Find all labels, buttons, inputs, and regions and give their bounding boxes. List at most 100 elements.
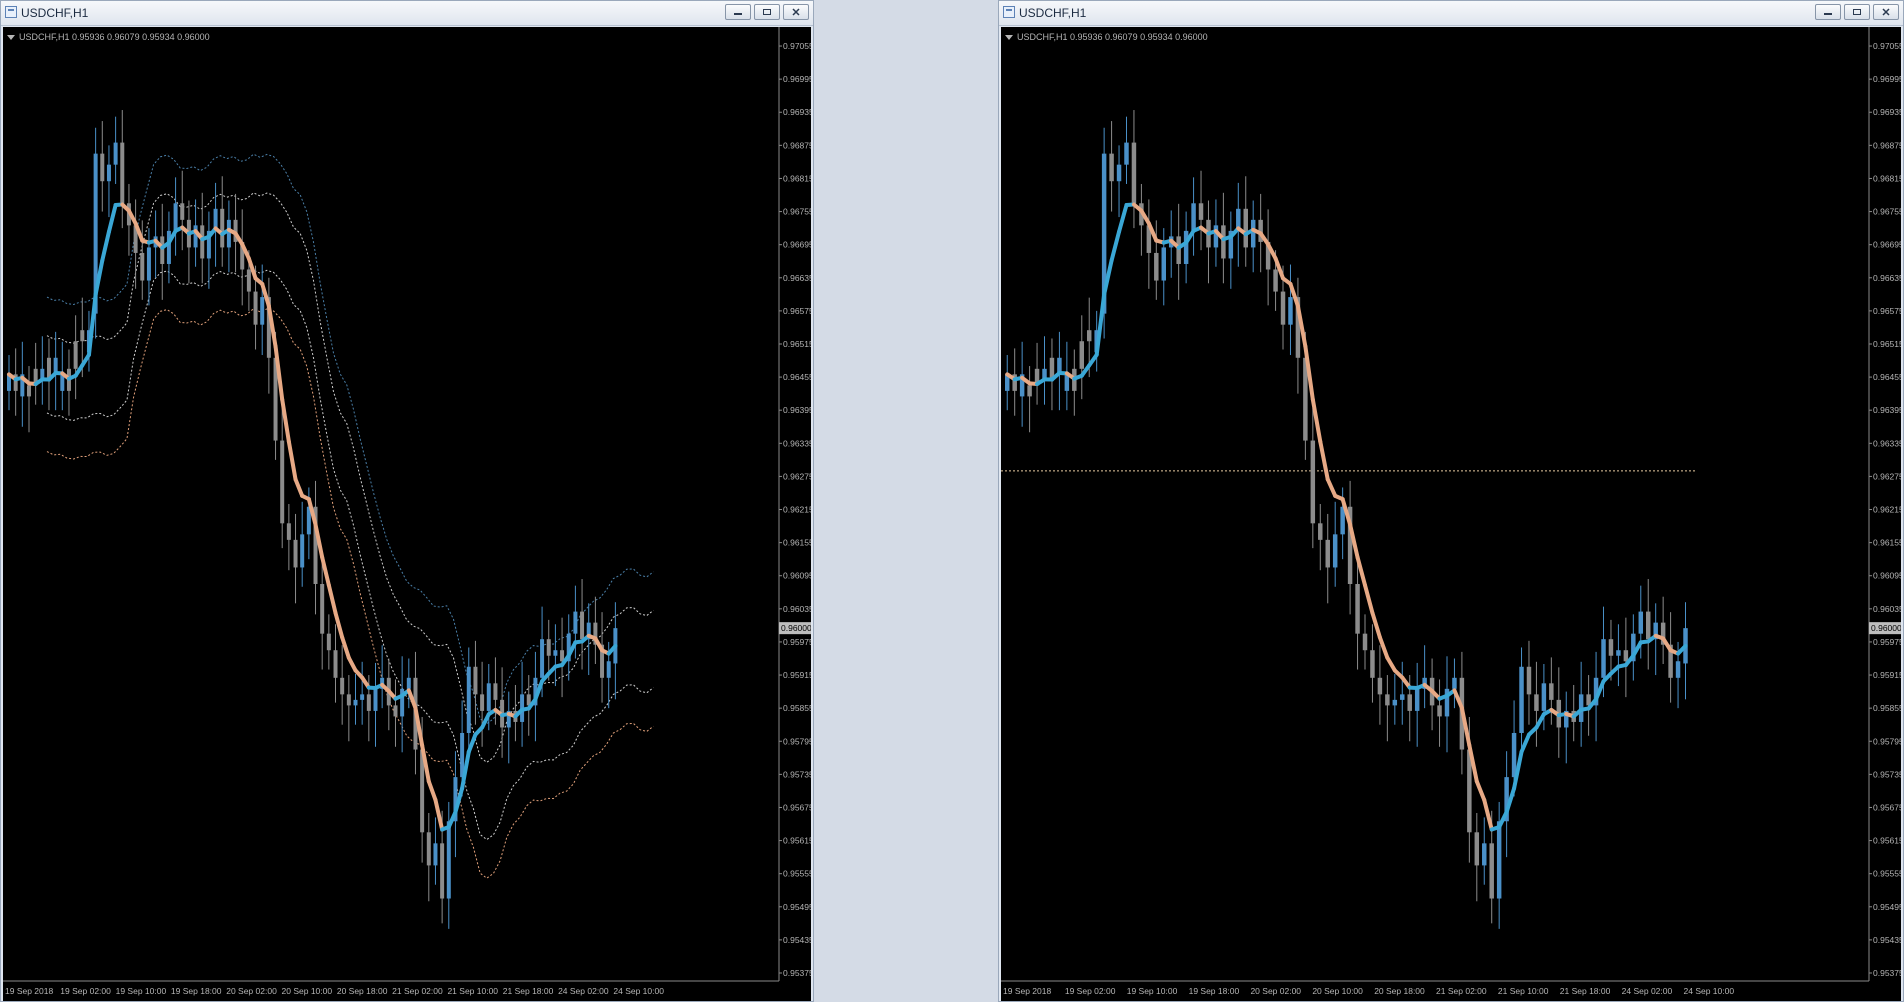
restore-icon xyxy=(763,9,771,15)
x-tick-label: 21 Sep 18:00 xyxy=(1560,986,1611,996)
moving-average-segment xyxy=(100,229,111,263)
restore-button[interactable] xyxy=(754,4,780,20)
y-tick-label: 0.95435 xyxy=(783,935,811,945)
candle-body xyxy=(1400,694,1405,700)
x-tick-label: 24 Sep 10:00 xyxy=(613,986,664,996)
moving-average-segment xyxy=(1474,779,1487,802)
y-tick-label: 0.96515 xyxy=(1873,339,1901,349)
candle-body xyxy=(333,650,338,678)
minimize-icon xyxy=(734,13,742,15)
candle-body xyxy=(1318,523,1323,540)
candle-body xyxy=(1183,230,1189,264)
candle-body xyxy=(220,208,225,248)
candle-body xyxy=(1474,832,1480,866)
candle-body xyxy=(1407,694,1412,711)
x-tick-label: 19 Sep 18:00 xyxy=(1189,986,1240,996)
moving-average-segment xyxy=(346,655,358,673)
chart-info-label: USDCHF,H1 0.95936 0.96079 0.95934 0.9600… xyxy=(1005,32,1208,42)
moving-average-segment xyxy=(286,439,298,482)
y-tick-label: 0.95675 xyxy=(783,802,811,812)
candle-body xyxy=(1414,688,1420,711)
chart-ohlc-text: USDCHF,H1 0.95936 0.96079 0.95934 0.9600… xyxy=(19,32,210,42)
candle-body xyxy=(493,683,498,700)
envelope-band-line xyxy=(46,269,654,841)
close-button[interactable] xyxy=(783,4,809,20)
window-title: USDCHF,H1 xyxy=(1019,6,1087,20)
y-tick-label: 0.95375 xyxy=(1873,968,1901,978)
candle-body xyxy=(1332,534,1338,568)
moving-average-segment xyxy=(480,712,491,730)
moving-average-segment xyxy=(1519,732,1531,754)
y-tick-label: 0.96995 xyxy=(1873,74,1901,84)
candle-body xyxy=(1601,639,1606,678)
y-tick-label: 0.96335 xyxy=(783,438,811,448)
minimize-button[interactable] xyxy=(725,4,751,20)
x-tick-label: 19 Sep 2018 xyxy=(1003,986,1051,996)
moving-average-segment xyxy=(1534,712,1546,730)
minimize-button[interactable] xyxy=(1815,4,1841,20)
candle-body xyxy=(1377,677,1383,695)
candle-body xyxy=(180,203,185,220)
candle-body xyxy=(300,534,305,568)
candle-body xyxy=(446,821,451,899)
close-icon xyxy=(1882,8,1890,16)
x-tick-label: 24 Sep 10:00 xyxy=(1684,986,1735,996)
y-tick-label: 0.95615 xyxy=(1873,836,1901,846)
x-tick-label: 21 Sep 02:00 xyxy=(392,986,443,996)
y-tick-label: 0.95795 xyxy=(783,736,811,746)
y-tick-label: 0.96155 xyxy=(783,538,811,548)
price-chart[interactable]: 0.97055 0.96995 0.96935 0.96875 0.96815 0.967… xyxy=(1001,27,1901,1001)
candle-body xyxy=(1027,385,1032,397)
candle-body xyxy=(440,843,445,899)
candle-body xyxy=(246,269,251,292)
chart-window-left[interactable]: USDCHF,H1 0.97055 0.96995 0.96935 0.96875 0.… xyxy=(0,0,814,1002)
window-titlebar[interactable]: USDCHF,H1 xyxy=(1,1,813,26)
y-tick-label: 0.96275 xyxy=(1873,471,1901,481)
restore-button[interactable] xyxy=(1844,4,1870,20)
y-tick-label: 0.96575 xyxy=(783,306,811,316)
collapse-triangle-icon[interactable] xyxy=(7,34,15,40)
candle-body xyxy=(140,252,145,281)
candle-body xyxy=(573,611,578,634)
x-tick-label: 19 Sep 10:00 xyxy=(1127,986,1178,996)
chart-window-icon xyxy=(5,6,17,18)
chart-window-right[interactable]: USDCHF,H1 0.97055 0.96995 0.96935 0.96875 0.… xyxy=(998,0,1904,1002)
moving-average-segment xyxy=(333,610,345,640)
candle-body xyxy=(340,677,345,695)
y-tick-label: 0.95675 xyxy=(1873,802,1901,812)
candle-body xyxy=(1608,639,1614,656)
y-tick-label: 0.96215 xyxy=(783,505,811,515)
price-chart[interactable]: 0.97055 0.96995 0.96935 0.96875 0.96815 0.967… xyxy=(3,27,811,1001)
candle-body xyxy=(1325,539,1330,568)
candle-body xyxy=(1496,821,1502,899)
x-tick-label: 19 Sep 18:00 xyxy=(171,986,222,996)
candle-body xyxy=(1392,699,1398,706)
moving-average-segment xyxy=(326,583,338,615)
moving-average-segment xyxy=(1318,439,1330,482)
candle-body xyxy=(1109,153,1114,182)
y-tick-label: 0.96935 xyxy=(1873,107,1901,117)
candle-body xyxy=(1452,677,1457,689)
y-tick-label: 0.95615 xyxy=(783,836,811,846)
x-tick-label: 20 Sep 18:00 xyxy=(1374,986,1425,996)
close-button[interactable] xyxy=(1873,4,1899,20)
window-titlebar[interactable]: USDCHF,H1 xyxy=(999,1,1903,26)
candle-body xyxy=(406,677,411,689)
candle-body xyxy=(433,843,438,866)
chart-plot: 0.97055 0.96995 0.96935 0.96875 0.96815 0.967… xyxy=(3,27,811,996)
moving-average-segment xyxy=(1117,202,1129,234)
candle-body xyxy=(1124,142,1129,165)
candle-body xyxy=(366,694,371,711)
moving-average-segment xyxy=(1094,292,1107,357)
candle-body xyxy=(1079,341,1085,369)
y-tick-label: 0.96755 xyxy=(1873,207,1901,217)
collapse-triangle-icon[interactable] xyxy=(1005,34,1013,40)
candle-body xyxy=(1213,225,1219,248)
candle-body xyxy=(1638,611,1644,634)
candle-body xyxy=(1549,683,1554,700)
y-tick-label: 0.96695 xyxy=(783,240,811,250)
candle-body xyxy=(1198,203,1204,220)
candle-body xyxy=(1131,142,1137,204)
moving-average-segment xyxy=(1355,555,1368,588)
y-tick-label: 0.96455 xyxy=(783,372,811,382)
